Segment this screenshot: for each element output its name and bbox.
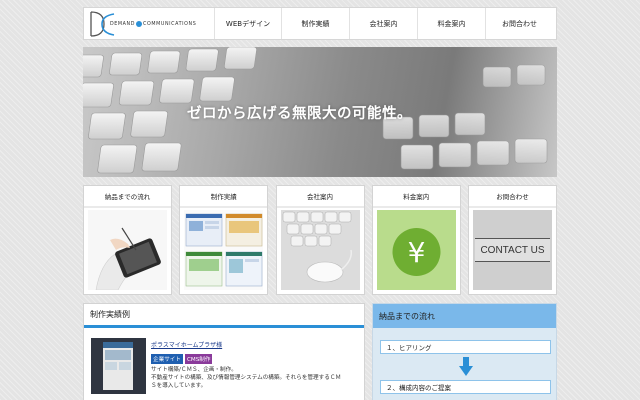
card-company[interactable]: 会社案内 [275, 185, 365, 295]
works-tags: 企業サイト CMS制作 [151, 354, 213, 364]
site-logo[interactable]: DEMAND COMMUNICATIONS [88, 10, 208, 38]
card-title: 料金案内 [372, 186, 460, 208]
card-works[interactable]: 制作実績 [179, 185, 269, 295]
card-delivery-flow[interactable]: 納品までの流れ [83, 185, 172, 295]
tag-corporate-site: 企業サイト [151, 354, 183, 364]
yen-icon: ¥ [376, 210, 456, 290]
works-title: 制作実績例 [84, 304, 364, 328]
flow-step-proposal: ２、構成内容のご提案 [380, 380, 551, 394]
nav-item-contact[interactable]: お問合わせ [485, 8, 553, 39]
card-title: お問合わせ [469, 186, 556, 208]
hero-headline: ゼロから広げる無限大の可能性。 [187, 106, 412, 122]
website-thumbnails-icon [184, 210, 264, 290]
works-section: 制作実績例 ポラスマイホームプラザ様 企業サイト CMS制作 サイト構築/ＣＭＳ… [83, 303, 365, 400]
nav-item-web-design[interactable]: WEBデザイン [214, 8, 281, 39]
site-header: DEMAND COMMUNICATIONS WEBデザイン 制作実績 会社案内 … [83, 7, 557, 40]
tablet-hand-photo-icon [88, 210, 167, 290]
works-desc-line: 不動産サイトの構築、及び情報管理システムの構築。それらを管理するＣＭ [151, 375, 342, 381]
arrow-down-icon [459, 357, 473, 376]
delivery-flow-section: 納品までの流れ １、ヒアリング ２、構成内容のご提案 [372, 303, 557, 400]
main-nav: WEBデザイン 制作実績 会社案内 料金案内 お問合わせ [214, 8, 553, 39]
tag-cms: CMS制作 [184, 354, 213, 364]
hero-banner: ゼロから広げる無限大の可能性。 [83, 47, 557, 177]
card-pricing[interactable]: 料金案内 ¥ [371, 185, 461, 295]
nav-item-pricing[interactable]: 料金案内 [417, 8, 485, 39]
flow-step-hearing: １、ヒアリング [380, 340, 551, 354]
logo-text-right: COMMUNICATIONS [143, 21, 197, 27]
card-title: 制作実績 [180, 186, 268, 208]
feature-cards: 納品までの流れ 制作実績 会社案内 料金案内 ¥ お問合わせ CONTACT U… [83, 185, 557, 295]
nav-item-works[interactable]: 制作実績 [281, 8, 349, 39]
works-desc-line: Ｓを導入しています。 [151, 383, 207, 389]
works-desc-line: サイト構築/ＣＭＳ、企画・制作。 [151, 367, 237, 373]
card-contact[interactable]: お問合わせ CONTACT US [468, 185, 557, 295]
flow-title: 納品までの流れ [373, 304, 556, 328]
logo-wordmark: DEMAND COMMUNICATIONS [110, 21, 196, 27]
logo-dot-icon [136, 21, 143, 27]
works-thumbnail[interactable] [91, 338, 146, 394]
card-title: 納品までの流れ [84, 186, 171, 208]
works-item-link[interactable]: ポラスマイホームプラザ様 [151, 340, 222, 349]
nav-item-company[interactable]: 会社案内 [349, 8, 417, 39]
works-description: サイト構築/ＣＭＳ、企画・制作。 不動産サイトの構築、及び情報管理システムの構築… [151, 366, 361, 390]
svg-text:¥: ¥ [407, 236, 425, 269]
contact-us-label: CONTACT US [475, 238, 550, 262]
keyboard-mouse-photo-icon [280, 210, 360, 290]
contact-us-sign-icon: CONTACT US [473, 210, 552, 290]
logo-text-left: DEMAND [110, 21, 136, 27]
card-title: 会社案内 [276, 186, 364, 208]
